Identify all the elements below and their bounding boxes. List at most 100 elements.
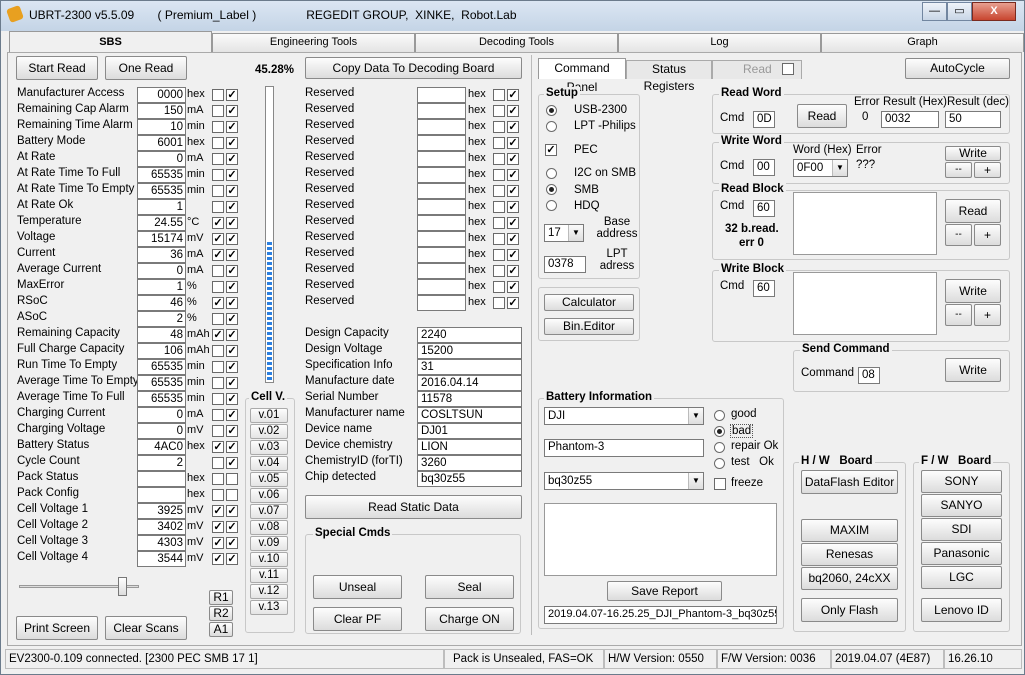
reserved-scan-checkbox[interactable]: ✓: [507, 297, 519, 309]
register-scan-checkbox[interactable]: ✓: [226, 169, 238, 181]
register-value[interactable]: 65535: [137, 183, 186, 199]
repair-ok-radio[interactable]: [714, 442, 725, 453]
register-value[interactable]: 0: [137, 407, 186, 423]
freeze-checkbox[interactable]: [714, 478, 726, 490]
register-value[interactable]: 10: [137, 119, 186, 135]
register-value[interactable]: 15174: [137, 231, 186, 247]
reserved-scan-checkbox[interactable]: ✓: [507, 233, 519, 245]
register-scan-checkbox[interactable]: ✓: [226, 201, 238, 213]
static-value[interactable]: 2240: [417, 327, 522, 343]
register-value[interactable]: 4AC0: [137, 439, 186, 455]
reserved-value[interactable]: [417, 231, 466, 247]
reserved-graph-checkbox[interactable]: [493, 153, 505, 165]
reserved-graph-checkbox[interactable]: [493, 201, 505, 213]
reserved-graph-checkbox[interactable]: [493, 89, 505, 101]
register-graph-checkbox[interactable]: [212, 121, 224, 133]
write-block-input[interactable]: [793, 272, 937, 335]
write-block-cmd-field[interactable]: 60: [753, 280, 775, 297]
register-scan-checkbox[interactable]: ✓: [226, 505, 238, 517]
register-value[interactable]: 65535: [137, 359, 186, 375]
write-block-increment[interactable]: +: [974, 304, 1001, 326]
tab-decoding-tools[interactable]: Decoding Tools: [415, 33, 618, 52]
panasonic-button[interactable]: Panasonic: [921, 542, 1002, 565]
read-static-data-button[interactable]: Read Static Data: [305, 495, 522, 519]
cell-voltage-button[interactable]: v.07: [250, 504, 288, 519]
static-value[interactable]: LION: [417, 439, 522, 455]
register-scan-checkbox[interactable]: ✓: [226, 137, 238, 149]
register-value[interactable]: 0: [137, 423, 186, 439]
register-value[interactable]: 0000: [137, 87, 186, 103]
reserved-scan-checkbox[interactable]: ✓: [507, 121, 519, 133]
register-scan-checkbox[interactable]: ✓: [226, 121, 238, 133]
test-ok-radio[interactable]: [714, 458, 725, 469]
register-value[interactable]: 65535: [137, 391, 186, 407]
reserved-graph-checkbox[interactable]: [493, 105, 505, 117]
save-report-button[interactable]: Save Report: [607, 581, 722, 601]
register-scan-checkbox[interactable]: ✓: [226, 345, 238, 357]
sony-button[interactable]: SONY: [921, 470, 1002, 493]
dataflash-editor-button[interactable]: DataFlash Editor: [801, 470, 898, 494]
read-block-increment[interactable]: +: [974, 224, 1001, 246]
reserved-scan-checkbox[interactable]: ✓: [507, 185, 519, 197]
one-read-button[interactable]: One Read: [105, 56, 187, 80]
cell-voltage-button[interactable]: v.12: [250, 584, 288, 599]
static-value[interactable]: COSLTSUN: [417, 407, 522, 423]
report-filename-field[interactable]: 2019.04.07-16.25.25_DJI_Phantom-3_bq30z5…: [544, 606, 777, 624]
register-graph-checkbox[interactable]: [212, 409, 224, 421]
cell-voltage-button[interactable]: v.01: [250, 408, 288, 423]
register-scan-checkbox[interactable]: ✓: [226, 521, 238, 533]
reserved-scan-checkbox[interactable]: ✓: [507, 169, 519, 181]
reserved-graph-checkbox[interactable]: [493, 217, 505, 229]
register-scan-checkbox[interactable]: ✓: [226, 297, 238, 309]
read-block-cmd-field[interactable]: 60: [753, 200, 775, 217]
register-value[interactable]: 36: [137, 247, 186, 263]
cell-voltage-button[interactable]: v.03: [250, 440, 288, 455]
smb-radio[interactable]: [546, 184, 557, 195]
register-scan-checkbox[interactable]: ✓: [226, 537, 238, 549]
tab-log[interactable]: Log: [618, 33, 821, 52]
register-value[interactable]: 0: [137, 151, 186, 167]
tab-command-panel[interactable]: Command Panel: [538, 58, 626, 94]
register-graph-checkbox[interactable]: [212, 489, 224, 501]
register-scan-checkbox[interactable]: ✓: [226, 377, 238, 389]
reserved-value[interactable]: [417, 279, 466, 295]
register-scan-checkbox[interactable]: ✓: [226, 425, 238, 437]
register-graph-checkbox[interactable]: [212, 201, 224, 213]
register-value[interactable]: 1: [137, 279, 186, 295]
register-value[interactable]: 48: [137, 327, 186, 343]
register-graph-checkbox[interactable]: ✓: [212, 217, 224, 229]
reserved-value[interactable]: [417, 135, 466, 151]
reserved-graph-checkbox[interactable]: [493, 233, 505, 245]
register-value[interactable]: 3925: [137, 503, 186, 519]
write-word-button[interactable]: Write: [945, 146, 1001, 161]
register-scan-checkbox[interactable]: ✓: [226, 217, 238, 229]
register-value[interactable]: 0: [137, 263, 186, 279]
reserved-graph-checkbox[interactable]: [493, 169, 505, 181]
register-scan-checkbox[interactable]: ✓: [226, 105, 238, 117]
read-block-button[interactable]: Read: [945, 199, 1001, 223]
battery-notes-area[interactable]: [544, 503, 777, 576]
usb-2300-radio[interactable]: [546, 105, 557, 116]
reserved-scan-checkbox[interactable]: ✓: [507, 137, 519, 149]
reserved-scan-checkbox[interactable]: ✓: [507, 89, 519, 101]
reserved-value[interactable]: [417, 263, 466, 279]
register-value[interactable]: 4303: [137, 535, 186, 551]
static-value[interactable]: 2016.04.14: [417, 375, 522, 391]
read-word-cmd-field[interactable]: 0D: [753, 111, 775, 128]
seal-button[interactable]: Seal: [425, 575, 514, 599]
start-read-button[interactable]: Start Read: [16, 56, 98, 80]
register-scan-checkbox[interactable]: ✓: [226, 409, 238, 421]
write-block-button[interactable]: Write: [945, 279, 1001, 303]
good-radio[interactable]: [714, 410, 725, 421]
register-scan-checkbox[interactable]: ✓: [226, 393, 238, 405]
register-value[interactable]: 46: [137, 295, 186, 311]
hdq-radio[interactable]: [546, 200, 557, 211]
lgc-button[interactable]: LGC: [921, 566, 1002, 589]
register-scan-checkbox[interactable]: ✓: [226, 185, 238, 197]
register-value[interactable]: 6001: [137, 135, 186, 151]
battery-chip-select[interactable]: bq30z55 ▼: [544, 472, 704, 490]
reserved-value[interactable]: [417, 215, 466, 231]
register-graph-checkbox[interactable]: ✓: [212, 441, 224, 453]
reserved-value[interactable]: [417, 167, 466, 183]
static-value[interactable]: bq30z55: [417, 471, 522, 487]
